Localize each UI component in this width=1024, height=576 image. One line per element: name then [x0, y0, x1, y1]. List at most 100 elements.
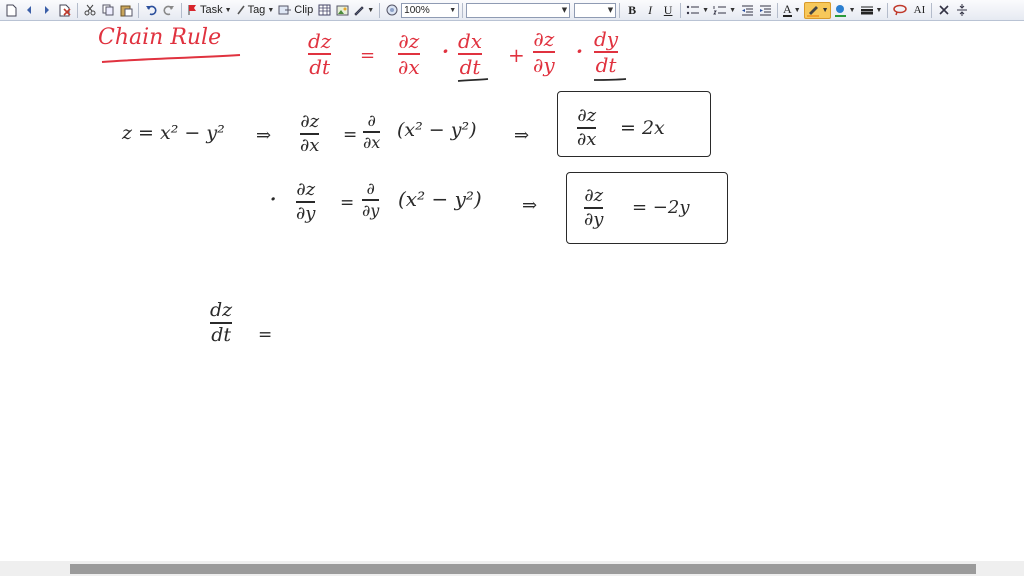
result-value-y: = −2y — [632, 197, 690, 218]
fraction-denominator: dt — [595, 52, 617, 77]
chevron-down-icon[interactable]: ▼ — [267, 7, 274, 14]
chevron-down-icon[interactable]: ▼ — [449, 7, 456, 14]
formula-dot-1: · — [442, 39, 449, 63]
fraction-numerator: dz — [210, 299, 233, 321]
pen-color-button[interactable]: ▼ — [833, 2, 857, 19]
partial-z-x: ∂z ∂x — [300, 111, 320, 155]
chevron-down-icon[interactable]: ▼ — [225, 7, 232, 14]
formula-dz-dt: dz dt — [308, 29, 332, 79]
next-page-icon[interactable] — [39, 2, 55, 19]
italic-button[interactable]: I — [642, 2, 658, 19]
chevron-down-icon[interactable]: ▼ — [849, 7, 856, 14]
underline-button[interactable]: U — [660, 2, 676, 19]
delete-icon[interactable] — [936, 2, 952, 19]
equals-3: = — [258, 325, 273, 345]
flag-icon — [188, 5, 196, 15]
font-size-select[interactable]: ▼ — [574, 2, 617, 18]
bullet-list-icon[interactable]: ▼ — [685, 2, 710, 19]
font-color-label: A — [783, 1, 792, 17]
toolbar-separator — [379, 2, 381, 18]
clip-icon — [278, 5, 292, 15]
clip-button[interactable]: Clip — [277, 2, 314, 19]
delete-page-icon[interactable] — [57, 2, 73, 19]
color-fill-icon — [834, 4, 846, 17]
chevron-down-icon[interactable]: ▼ — [367, 7, 374, 14]
text-style-button[interactable]: AI — [911, 2, 927, 19]
task-label: Task — [200, 4, 223, 16]
fraction-numerator: ∂z — [577, 105, 597, 126]
fraction-denominator: ∂y — [362, 200, 380, 220]
line-width-button[interactable]: ▼ — [859, 2, 884, 19]
numbered-list-icon[interactable]: ▼ — [712, 2, 737, 19]
insert-image-icon[interactable] — [334, 2, 350, 19]
fraction-numerator: ∂z — [300, 111, 320, 132]
implies-arrow-2: ⇒ — [514, 125, 530, 146]
chevron-down-icon[interactable]: ▼ — [822, 7, 829, 14]
toolbar-separator — [462, 2, 464, 18]
equals-1: = — [343, 125, 358, 145]
expression-1: (x² − y²) — [397, 119, 477, 141]
result-partial-z-y: ∂z ∂y — [584, 185, 604, 229]
formula-plus: + — [508, 43, 525, 67]
given-function: z = x² − y² — [122, 122, 225, 144]
result-value-x: = 2x — [620, 117, 665, 139]
bullet-dot: · — [270, 189, 277, 210]
zoom-icon[interactable] — [384, 2, 400, 19]
toolbar-separator — [181, 2, 182, 18]
copy-icon[interactable] — [100, 2, 116, 19]
toolbar-separator — [931, 2, 933, 18]
chevron-down-icon[interactable]: ▼ — [729, 7, 736, 14]
increase-indent-icon[interactable] — [757, 2, 773, 19]
fraction-numerator: ∂z — [584, 185, 604, 206]
formula-equals: = — [360, 45, 376, 66]
highlighter-pen-button[interactable]: ▼ — [803, 1, 831, 19]
highlighter-icon — [806, 5, 819, 17]
fraction-numerator: ∂ — [367, 111, 376, 130]
new-page-icon[interactable] — [3, 2, 19, 19]
fraction-denominator: dt — [309, 54, 331, 79]
pen-tool-icon[interactable]: ▼ — [352, 2, 375, 19]
font-color-button[interactable]: A ▼ — [782, 2, 802, 19]
insert-space-icon[interactable] — [954, 2, 970, 19]
scrollbar-thumb[interactable] — [70, 564, 976, 574]
expression-2: (x² − y²) — [398, 187, 482, 211]
zoom-select[interactable]: 100% ▼ — [401, 2, 460, 18]
toolbar: Task ▼ Tag ▼ Clip ▼ 100% ▼ ▼ ▼ B I U ▼ ▼ A ▼… — [0, 0, 1024, 21]
fraction-denominator: ∂x — [577, 128, 597, 150]
result-partial-z-x: ∂z ∂x — [577, 105, 597, 150]
previous-page-icon[interactable] — [21, 2, 37, 19]
bold-button[interactable]: B — [624, 2, 640, 19]
chevron-down-icon[interactable]: ▼ — [608, 6, 613, 14]
fraction-numerator: dx — [458, 29, 483, 53]
chevron-down-icon[interactable]: ▼ — [702, 7, 709, 14]
chevron-down-icon[interactable]: ▼ — [794, 7, 801, 14]
title-underline — [101, 54, 241, 63]
line-width-icon — [860, 6, 873, 15]
note-canvas[interactable]: Chain Rule dz dt = ∂z ∂x · dx dt + ∂z ∂y · d… — [0, 21, 1024, 561]
paste-icon[interactable] — [118, 2, 134, 19]
font-family-select[interactable]: ▼ — [466, 2, 571, 18]
equals-2: = — [340, 193, 355, 213]
horizontal-scrollbar[interactable] — [0, 561, 1024, 576]
cut-icon[interactable] — [82, 2, 98, 19]
formula-dy-dt: dy dt — [594, 27, 619, 77]
fraction-denominator: dt — [459, 54, 481, 79]
decrease-indent-icon[interactable] — [739, 2, 755, 19]
lasso-icon[interactable] — [892, 2, 909, 19]
chevron-down-icon[interactable]: ▼ — [876, 7, 883, 14]
undo-icon[interactable] — [143, 2, 159, 19]
redo-icon[interactable] — [161, 2, 177, 19]
tag-button[interactable]: Tag ▼ — [235, 2, 276, 19]
task-button[interactable]: Task ▼ — [186, 2, 233, 19]
chevron-down-icon[interactable]: ▼ — [562, 6, 567, 14]
partial-z-y: ∂z ∂y — [296, 181, 316, 223]
fraction-denominator: ∂x — [363, 132, 381, 152]
pencil-icon — [236, 5, 245, 15]
toolbar-separator — [138, 2, 139, 18]
toolbar-separator — [77, 2, 78, 18]
table-icon[interactable] — [316, 2, 332, 19]
fraction-numerator: dz — [308, 29, 332, 53]
fraction-numerator: dy — [594, 27, 619, 51]
implies-arrow-1: ⇒ — [256, 125, 272, 146]
zoom-value: 100% — [404, 4, 430, 16]
